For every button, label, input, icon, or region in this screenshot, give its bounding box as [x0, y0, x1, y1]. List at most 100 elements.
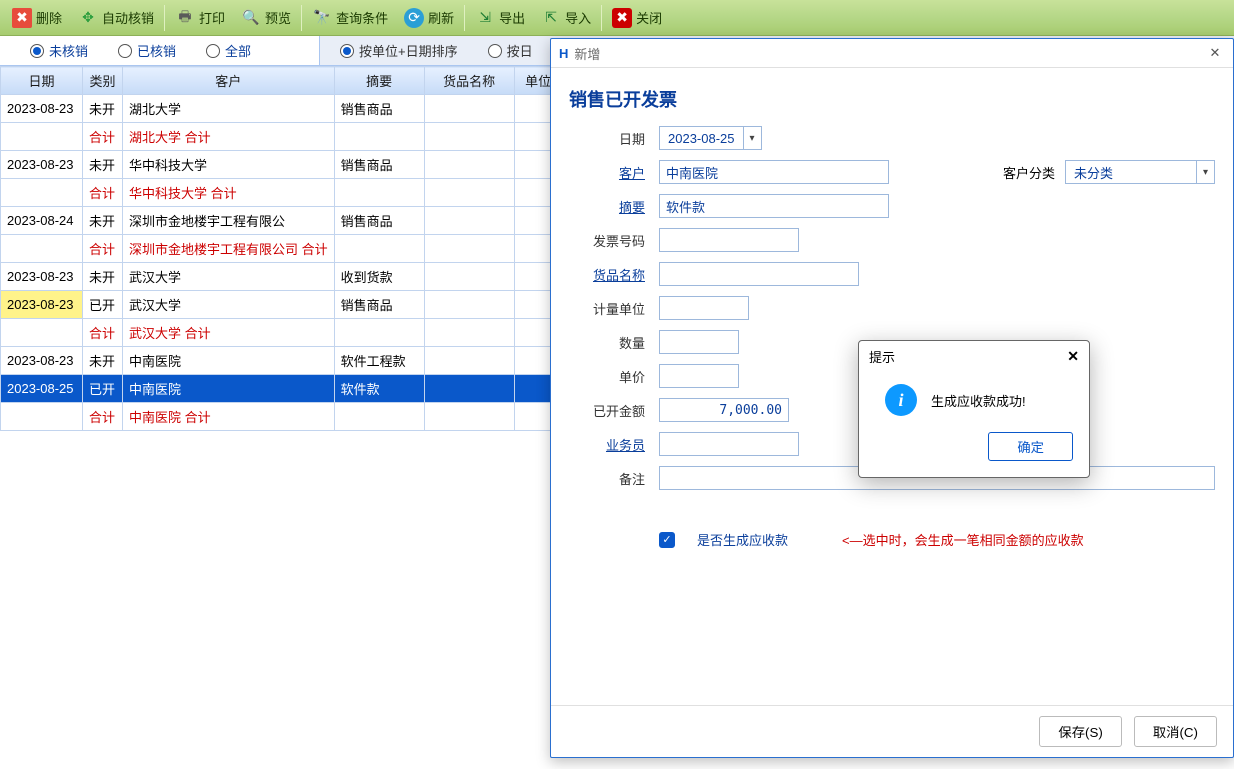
- sort-unit-date-label: 按单位+日期排序: [359, 41, 458, 60]
- row-unit: 计量单位: [569, 296, 1215, 320]
- invoice-no-input[interactable]: [659, 228, 799, 252]
- query-button[interactable]: 🔭 查询条件: [304, 3, 396, 33]
- app-logo-icon: H: [559, 46, 568, 61]
- refresh-button[interactable]: ⟳ 刷新: [396, 3, 462, 33]
- chevron-down-icon[interactable]: ▾: [1196, 161, 1214, 183]
- cell-date: [1, 123, 83, 151]
- col-summary[interactable]: 摘要: [334, 67, 424, 95]
- close-label: 关闭: [636, 8, 662, 27]
- cell-product: [424, 123, 514, 151]
- date-dropdown[interactable]: 2023-08-25 ▾: [659, 126, 762, 150]
- save-button[interactable]: 保存(S): [1039, 716, 1121, 747]
- cell-category: 已开: [83, 291, 123, 319]
- cell-product: [424, 151, 514, 179]
- info-icon: i: [885, 384, 917, 416]
- cell-customer: 深圳市金地楼宇工程有限公: [123, 207, 335, 235]
- cell-product: [424, 95, 514, 123]
- product-input[interactable]: [659, 262, 859, 286]
- col-product[interactable]: 货品名称: [424, 67, 514, 95]
- label-remark: 备注: [569, 469, 645, 488]
- radio-dot-selected-icon: [30, 44, 44, 58]
- cell-product: [424, 179, 514, 207]
- magnifier-icon: 🔍: [241, 8, 261, 28]
- dialog-window-title: 新增: [574, 44, 600, 63]
- col-customer[interactable]: 客户: [123, 67, 335, 95]
- import-button[interactable]: ⇱ 导入: [533, 3, 599, 33]
- label-invoice-no: 发票号码: [569, 231, 645, 250]
- col-date[interactable]: 日期: [1, 67, 83, 95]
- cell-product: [424, 291, 514, 319]
- chevron-down-icon[interactable]: ▾: [743, 127, 761, 149]
- filter-not-written-label: 未核销: [49, 41, 88, 60]
- gen-receivable-checkbox[interactable]: ✓: [659, 532, 675, 548]
- customer-cat-dropdown[interactable]: 未分类 ▾: [1065, 160, 1215, 184]
- close-icon: ✕: [1067, 348, 1079, 364]
- cell-date: [1, 235, 83, 263]
- cell-date: [1, 403, 83, 431]
- cell-summary: [334, 235, 424, 263]
- label-customer[interactable]: 客户: [569, 163, 645, 182]
- filter-all-label: 全部: [225, 41, 251, 60]
- delete-label: 删除: [36, 8, 62, 27]
- preview-label: 预览: [265, 8, 291, 27]
- cancel-button[interactable]: 取消(C): [1134, 716, 1217, 747]
- prompt-close-button[interactable]: ✕: [1067, 348, 1079, 365]
- cell-summary: [334, 123, 424, 151]
- export-button[interactable]: ⇲ 导出: [467, 3, 533, 33]
- cell-customer: 华中科技大学 合计: [123, 179, 335, 207]
- cell-category: 已开: [83, 375, 123, 403]
- summary-input[interactable]: [659, 194, 889, 218]
- separator: [164, 5, 165, 31]
- sort-unit-date[interactable]: 按单位+日期排序: [340, 41, 458, 60]
- cell-product: [424, 347, 514, 375]
- dialog-footer: 保存(S) 取消(C): [551, 705, 1233, 757]
- cell-category: 未开: [83, 207, 123, 235]
- customer-input[interactable]: [659, 160, 889, 184]
- label-product[interactable]: 货品名称: [569, 265, 645, 284]
- qty-input[interactable]: [659, 330, 739, 354]
- cell-customer: 中南医院: [123, 375, 335, 403]
- amount-input[interactable]: [659, 398, 789, 422]
- auto-writeoff-button[interactable]: ✥ 自动核销: [70, 3, 162, 33]
- cell-category: 合计: [83, 403, 123, 431]
- sort-date[interactable]: 按日: [488, 41, 533, 60]
- prompt-ok-button[interactable]: 确定: [988, 432, 1073, 461]
- price-input[interactable]: [659, 364, 739, 388]
- close-icon: ✕: [1210, 45, 1221, 61]
- delete-button[interactable]: ✖ 删除: [4, 3, 70, 33]
- cell-customer: 武汉大学: [123, 291, 335, 319]
- radio-dot-selected-icon: [340, 44, 354, 58]
- import-label: 导入: [565, 8, 591, 27]
- label-sales[interactable]: 业务员: [569, 435, 645, 454]
- unit-input[interactable]: [659, 296, 749, 320]
- cell-summary: 软件款: [334, 375, 424, 403]
- cell-date: 2023-08-23: [1, 291, 83, 319]
- close-button[interactable]: ✖ 关闭: [604, 3, 670, 33]
- dialog-close-button[interactable]: ✕: [1205, 43, 1225, 63]
- prompt-body: i 生成应收款成功!: [859, 372, 1089, 420]
- prompt-title: 提示: [869, 347, 895, 366]
- filter-written[interactable]: 已核销: [118, 41, 176, 60]
- label-customer-cat: 客户分类: [1003, 163, 1055, 182]
- gen-receivable-label: 是否生成应收款: [697, 530, 788, 549]
- sales-input[interactable]: [659, 432, 799, 456]
- refresh-icon: ⟳: [404, 8, 424, 28]
- cell-category: 未开: [83, 95, 123, 123]
- row-customer: 客户 客户分类 未分类 ▾: [569, 160, 1215, 184]
- preview-button[interactable]: 🔍 预览: [233, 3, 299, 33]
- print-button[interactable]: 🖶 打印: [167, 3, 233, 33]
- label-summary[interactable]: 摘要: [569, 197, 645, 216]
- cell-date: 2023-08-23: [1, 263, 83, 291]
- cell-summary: 销售商品: [334, 95, 424, 123]
- row-date: 日期 2023-08-25 ▾: [569, 126, 1215, 150]
- cell-category: 未开: [83, 151, 123, 179]
- print-label: 打印: [199, 8, 225, 27]
- import-icon: ⇱: [541, 8, 561, 28]
- refresh-label: 刷新: [428, 8, 454, 27]
- filter-all[interactable]: 全部: [206, 41, 251, 60]
- filter-not-written[interactable]: 未核销: [30, 41, 88, 60]
- cell-summary: 收到货款: [334, 263, 424, 291]
- col-category[interactable]: 类别: [83, 67, 123, 95]
- gen-receivable-hint: <—选中时，会生成一笔相同金额的应收款: [842, 530, 1084, 549]
- cell-customer: 湖北大学 合计: [123, 123, 335, 151]
